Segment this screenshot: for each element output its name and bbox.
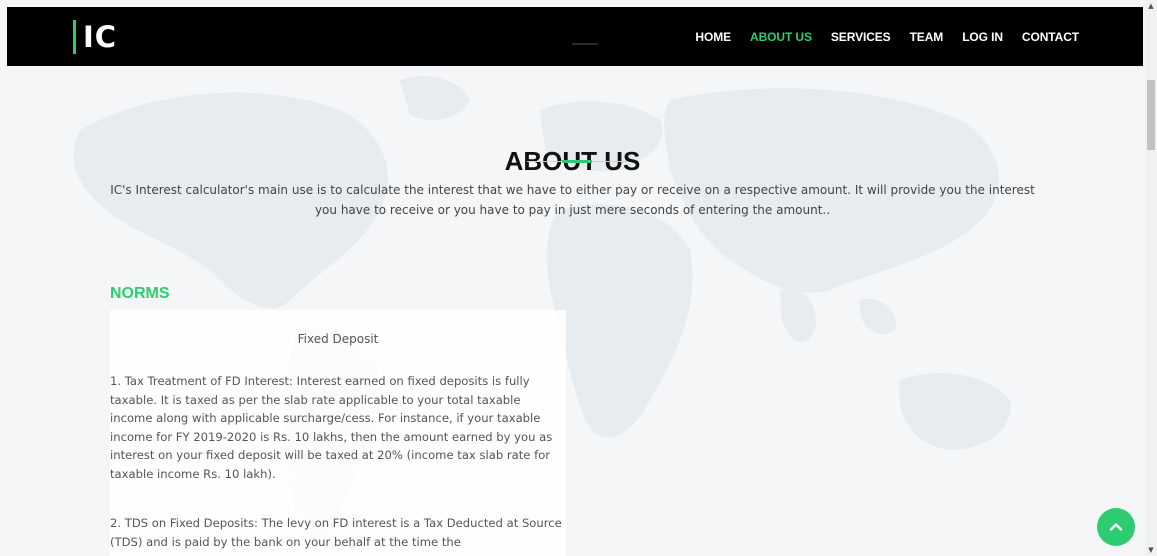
about-description: IC's Interest calculator's main use is t… (110, 183, 1035, 217)
logo-text: IC (83, 20, 118, 54)
nav-home[interactable]: HOME (695, 30, 731, 44)
vertical-scrollbar[interactable]: ▲ ▼ (1145, 0, 1157, 556)
nav-contact[interactable]: CONTACT (1022, 30, 1079, 44)
title-underline (527, 160, 627, 164)
scroll-up-arrow-icon[interactable]: ▲ (1145, 0, 1157, 12)
nav-log-in[interactable]: LOG IN (962, 30, 1003, 44)
page: IC HOME ABOUT US SERVICES TEAM LOG IN CO… (0, 0, 1157, 556)
scroll-down-arrow-icon[interactable]: ▼ (1145, 544, 1157, 556)
chevron-up-icon (1109, 523, 1123, 531)
nav-about-us[interactable]: ABOUT US (750, 30, 812, 44)
brand-logo[interactable]: IC (73, 18, 117, 56)
top-navbar: IC HOME ABOUT US SERVICES TEAM LOG IN CO… (7, 7, 1143, 66)
main-nav: HOME ABOUT US SERVICES TEAM LOG IN CONTA… (695, 7, 1079, 66)
scrollbar-thumb[interactable] (1147, 80, 1155, 150)
scroll-to-top-button[interactable] (1097, 508, 1135, 546)
nav-team[interactable]: TEAM (910, 30, 944, 44)
norms-heading: NORMS (110, 285, 170, 302)
nav-divider (572, 43, 598, 45)
norms-subheading: Fixed Deposit (297, 332, 379, 346)
norms-paragraph: 2. TDS on Fixed Deposits: The levy on FD… (110, 516, 562, 549)
nav-services[interactable]: SERVICES (831, 30, 891, 44)
logo-accent-bar (73, 20, 76, 54)
norms-paragraph: 1. Tax Treatment of FD Interest: Interes… (110, 374, 553, 481)
norms-panel: Fixed Deposit 1. Tax Treatment of FD Int… (110, 310, 566, 556)
